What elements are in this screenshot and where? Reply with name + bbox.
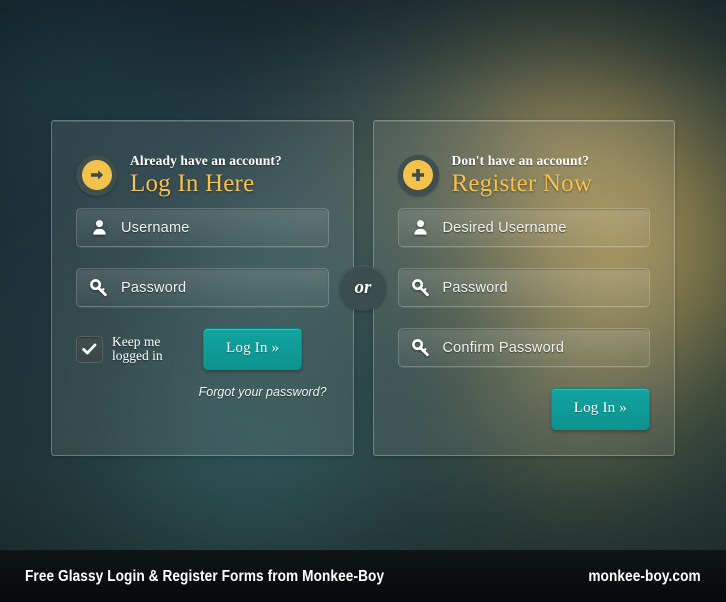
page-root: Already have an account? Log In Here Use… [0,0,726,602]
desired-username-field[interactable]: Desired Username [397,208,650,247]
forgot-password-link[interactable]: Forgot your password? [76,385,329,399]
or-divider-badge: or [340,265,386,311]
register-submit-button[interactable]: Log In » [550,388,650,430]
desired-username-placeholder: Desired Username [442,219,567,236]
keep-logged-in-control[interactable]: Keep me logged in [76,333,180,364]
log-in-button[interactable]: Log In » [203,328,303,370]
or-divider-label: or [354,277,372,298]
username-placeholder: Username [121,219,190,236]
username-field[interactable]: Username [76,208,329,247]
login-heading-group: Already have an account? Log In Here [130,154,282,196]
key-icon [399,278,443,297]
register-password-placeholder: Password [442,279,508,296]
arrow-right-circle-icon [76,154,117,196]
user-icon [77,219,121,236]
login-title: Log In Here [130,169,255,197]
keep-logged-in-checkbox[interactable] [76,335,103,363]
footer-bar: Free Glassy Login & Register Forms from … [0,550,726,602]
password-field[interactable]: Password [76,268,329,307]
confirm-password-field[interactable]: Confirm Password [397,328,650,367]
register-panel: Don't have an account? Register Now Desi… [372,120,675,456]
confirm-password-placeholder: Confirm Password [442,339,565,356]
login-subtitle: Already have an account? [130,153,282,169]
register-panel-header: Don't have an account? Register Now [397,142,651,208]
footer-site-link[interactable]: monkee-boy.com [589,568,701,586]
register-subtitle: Don't have an account? [451,153,590,169]
plus-circle-icon [397,154,439,196]
user-icon [399,219,443,236]
register-title: Register Now [451,169,593,197]
check-icon [82,343,97,354]
login-panel-header: Already have an account? Log In Here [76,142,329,208]
key-icon [399,338,443,357]
register-actions-row: Log In » [398,388,650,430]
keep-logged-in-label: Keep me logged in [112,333,163,363]
key-icon [77,278,121,297]
login-panel: Already have an account? Log In Here Use… [51,120,354,456]
register-heading-group: Don't have an account? Register Now [452,154,593,196]
password-placeholder: Password [121,279,187,296]
footer-title: Free Glassy Login & Register Forms from … [25,567,385,585]
register-password-field[interactable]: Password [397,268,650,307]
login-actions-row: Keep me logged in Log In » [76,328,329,370]
